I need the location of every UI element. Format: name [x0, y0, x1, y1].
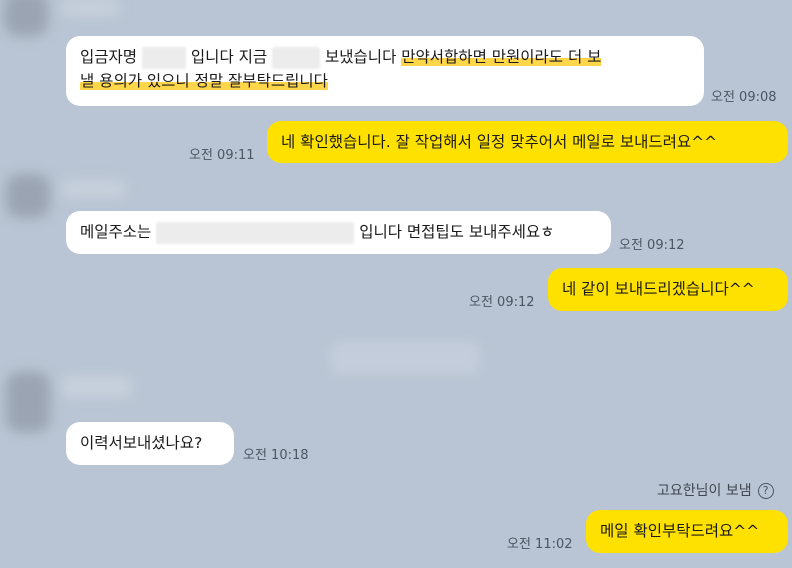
message-text: 입금자명: [80, 48, 138, 66]
avatar[interactable]: [6, 174, 50, 218]
message-time: 오전 11:02: [507, 537, 573, 552]
message-bubble-sent[interactable]: 메일 확인부탁드려요^^: [586, 510, 788, 553]
sender-note: 고요한님이 보냄?: [657, 480, 774, 500]
message-text: 이력서보내셨나요?: [80, 434, 203, 452]
redacted-text: [272, 46, 321, 69]
message-time: 오전 09:08: [711, 90, 777, 105]
message-bubble-received[interactable]: 입금자명 입니다 지금 보냈습니다 만약서합하면 만원이라도 더 보 낼 용의가…: [66, 36, 704, 106]
highlighted-text: 낼 용의가 있으니 정말 잘부탁드립니다: [80, 72, 328, 90]
message-text: 네 확인했습니다. 잘 작업해서 일정 맞추어서 메일로 보내드려요^^: [281, 133, 718, 151]
message-time: 오전 10:18: [243, 448, 309, 463]
message-text: 메일주소는: [80, 223, 152, 241]
sender-name-blurred: [60, 0, 120, 16]
redacted-text: [156, 221, 355, 244]
sender-note-text: 고요한님이 보냄: [657, 483, 752, 499]
message-text: 메일 확인부탁드려요^^: [600, 522, 760, 540]
message-bubble-received[interactable]: 이력서보내셨나요?: [66, 422, 234, 465]
message-text: 입니다 지금: [190, 48, 268, 66]
message-time: 오전 09:12: [469, 295, 535, 310]
avatar[interactable]: [4, 0, 48, 36]
message-text: 입니다 면접팁도 보내주세요ㅎ: [359, 223, 555, 241]
message-bubble-received[interactable]: 메일주소는 입니다 면접팁도 보내주세요ㅎ: [66, 211, 611, 254]
help-circle-icon[interactable]: ?: [757, 483, 774, 499]
redacted-text: [141, 46, 186, 69]
message-bubble-sent[interactable]: 네 확인했습니다. 잘 작업해서 일정 맞추어서 메일로 보내드려요^^: [267, 121, 788, 163]
highlighted-text: 만약서합하면 만원이라도 더 보: [401, 48, 602, 66]
message-text: 네 같이 보내드리겠습니다^^: [562, 280, 755, 298]
message-text: 보냈습니다: [325, 48, 402, 66]
avatar[interactable]: [6, 372, 50, 432]
sender-name-blurred: [62, 376, 132, 398]
message-time: 오전 09:11: [189, 148, 255, 163]
sender-name-blurred: [62, 180, 126, 198]
message-bubble-sent[interactable]: 네 같이 보내드리겠습니다^^: [548, 268, 788, 311]
message-time: 오전 09:12: [619, 238, 685, 253]
date-divider-blurred: [330, 341, 480, 375]
